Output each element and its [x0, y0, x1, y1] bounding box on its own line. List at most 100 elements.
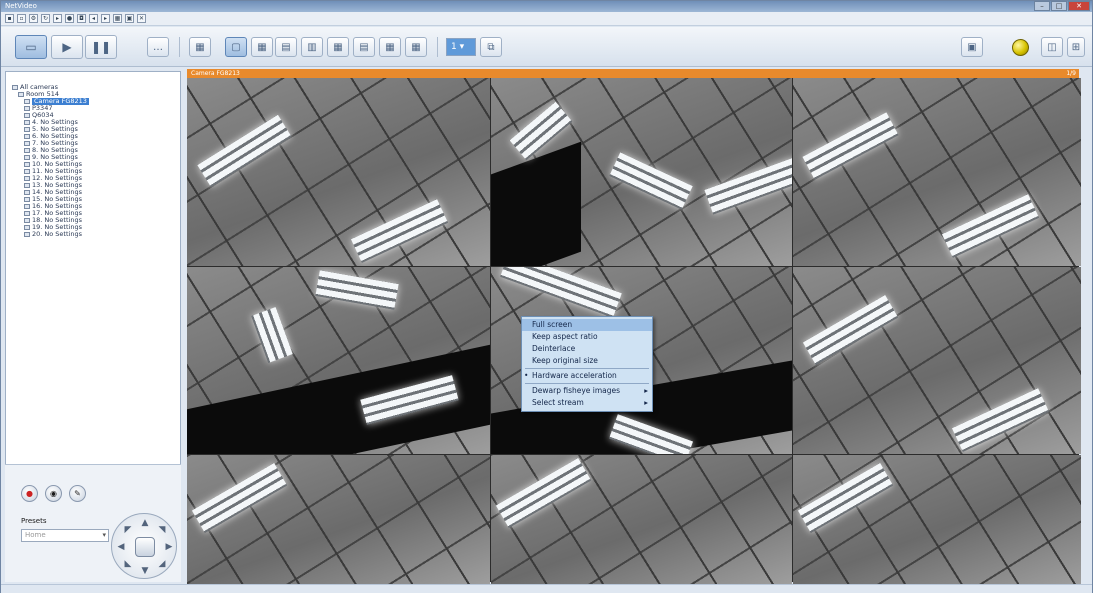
layout-icon: ▦	[257, 41, 267, 53]
ptz-down-icon[interactable]: ▼	[139, 565, 151, 577]
open-icon[interactable]: ▫	[17, 14, 26, 23]
title-bar: NetVideo – □ ✕	[1, 1, 1092, 12]
menu-item[interactable]: Keep aspect ratio	[522, 331, 652, 343]
layout-1-5-button[interactable]: ▤	[275, 37, 297, 57]
layout-1-7-button[interactable]: ▥	[301, 37, 323, 57]
status-light-icon	[1012, 39, 1029, 56]
ptz-right-icon[interactable]: ▶	[163, 541, 175, 553]
refresh-icon[interactable]: ↻	[41, 14, 50, 23]
live-view-button[interactable]: ▭	[15, 35, 47, 59]
menu-item[interactable]: Dewarp fisheye images ▸	[522, 385, 652, 397]
pause-button[interactable]: ❚❚	[85, 35, 117, 59]
layout-1-12-button[interactable]: ▤	[353, 37, 375, 57]
save-icon[interactable]: ▣	[125, 14, 134, 23]
camera-icon	[24, 155, 30, 160]
camera-icon	[24, 148, 30, 153]
maximize-button[interactable]: □	[1051, 1, 1067, 11]
camera-icon	[24, 141, 30, 146]
layout-icon: ▢	[231, 41, 241, 53]
more-button[interactable]: …	[147, 37, 169, 57]
layout-4x4-button[interactable]: ▦	[327, 37, 349, 57]
preset-select[interactable]: Home ▾	[21, 529, 109, 542]
video-header: Camera FG8213 1/9	[187, 69, 1079, 78]
toolbar-separator	[179, 37, 180, 57]
fullscreen-button[interactable]: ▣	[961, 37, 983, 57]
menu-item[interactable]: • Hardware acceleration	[522, 370, 652, 382]
settings-icon[interactable]: ⚙	[29, 14, 38, 23]
ptz-joystick[interactable]: ▲ ▼ ◀ ▶ ◤ ◥ ◣ ◢	[111, 513, 177, 579]
new-icon[interactable]: ▪	[5, 14, 14, 23]
tree-item[interactable]: 20. No Settings	[12, 231, 89, 238]
menu-item-label: Keep original size	[532, 356, 598, 365]
layout-6x6-button[interactable]: ▦	[405, 37, 427, 57]
options-button[interactable]: ⊞	[1067, 37, 1085, 57]
ptz-down-left-icon[interactable]: ◣	[122, 558, 134, 570]
camera-view[interactable]	[793, 455, 1081, 584]
camera-icon	[24, 176, 30, 181]
app-window: NetVideo – □ ✕ ▪ ▫ ⚙ ↻ ▸ ● ◘ ◂ ▸ ▦ ▣ ✕ ▭…	[0, 0, 1093, 593]
ptz-down-right-icon[interactable]: ◢	[156, 558, 168, 570]
camera-icon	[24, 204, 30, 209]
camera-view[interactable]	[187, 455, 490, 584]
ptz-home-button[interactable]	[135, 537, 155, 557]
menu-item-label: Select stream	[532, 398, 584, 407]
menu-separator	[525, 383, 649, 384]
menu-item-label: Hardware acceleration	[532, 371, 617, 380]
menu-item[interactable]: Deinterlace	[522, 343, 652, 355]
folder-icon	[18, 92, 24, 97]
menu-item[interactable]: Keep original size	[522, 355, 652, 367]
page-select[interactable]: 1 ▾	[446, 38, 476, 56]
ellipsis-icon: …	[153, 41, 163, 53]
record-button[interactable]: ●	[21, 485, 38, 502]
speaker-icon: ◉	[50, 489, 57, 498]
toolbar-separator	[437, 37, 438, 57]
help-button[interactable]: ◫	[1041, 37, 1063, 57]
menu-item-label: Keep aspect ratio	[532, 332, 598, 341]
layout-icon: ▤	[359, 41, 369, 53]
minimize-button[interactable]: –	[1034, 1, 1050, 11]
grid-icon[interactable]: ▦	[113, 14, 122, 23]
layout-icon: ▥	[307, 41, 317, 53]
edit-button[interactable]: ✎	[69, 485, 86, 502]
ptz-control-panel: ● ◉ ✎ Presets Home ▾ ▲ ▼ ◀ ▶ ◤ ◥ ◣ ◢	[5, 464, 181, 582]
camera-view[interactable]	[187, 78, 490, 266]
play-button[interactable]: ▶	[51, 35, 83, 59]
close-icon[interactable]: ✕	[137, 14, 146, 23]
snapshot-icon[interactable]: ◘	[77, 14, 86, 23]
layout-icon: ▦	[333, 41, 343, 53]
camera-view[interactable]	[793, 267, 1081, 454]
layout-5x5-button[interactable]: ▦	[379, 37, 401, 57]
layout-3x3-button[interactable]: ▦	[251, 37, 273, 57]
tree-item-label: 20. No Settings	[32, 230, 82, 238]
context-menu: Full screen Keep aspect ratio Deinterlace K…	[521, 316, 653, 412]
camera-view[interactable]	[491, 78, 792, 266]
menu-item[interactable]: Select stream ▸	[522, 397, 652, 409]
ptz-left-icon[interactable]: ◀	[115, 541, 127, 553]
forward-icon[interactable]: ▸	[101, 14, 110, 23]
window-controls: – □ ✕	[1034, 1, 1090, 12]
ptz-up-right-icon[interactable]: ◥	[156, 524, 168, 536]
audio-button[interactable]: ◉	[45, 485, 62, 502]
camera-icon	[24, 197, 30, 202]
monitor-icon: ▭	[25, 40, 37, 54]
camera-tree: All cameras Room 514 Camera FG8213 P3347 Q60…	[12, 84, 89, 238]
sequence-button[interactable]: ⧉	[480, 37, 502, 57]
layout-icon: ▦	[385, 41, 395, 53]
record-icon[interactable]: ●	[65, 14, 74, 23]
play-icon: ▶	[62, 40, 72, 54]
layout-1x1-button[interactable]: ▢	[225, 37, 247, 57]
menu-item[interactable]: Full screen	[522, 319, 652, 331]
camera-view[interactable]	[793, 78, 1081, 266]
ptz-up-left-icon[interactable]: ◤	[122, 524, 134, 536]
layout-2x2-button[interactable]: ▦	[189, 37, 211, 57]
camera-view[interactable]	[491, 455, 792, 584]
status-bar	[1, 584, 1092, 593]
ptz-up-icon[interactable]: ▲	[139, 517, 151, 529]
quick-access-bar: ▪ ▫ ⚙ ↻ ▸ ● ◘ ◂ ▸ ▦ ▣ ✕	[1, 12, 1092, 26]
camera-view[interactable]	[187, 267, 490, 454]
back-icon[interactable]: ◂	[89, 14, 98, 23]
close-button[interactable]: ✕	[1068, 1, 1090, 11]
layout-icon: ▦	[411, 41, 421, 53]
play-icon[interactable]: ▸	[53, 14, 62, 23]
camera-icon	[24, 232, 30, 237]
